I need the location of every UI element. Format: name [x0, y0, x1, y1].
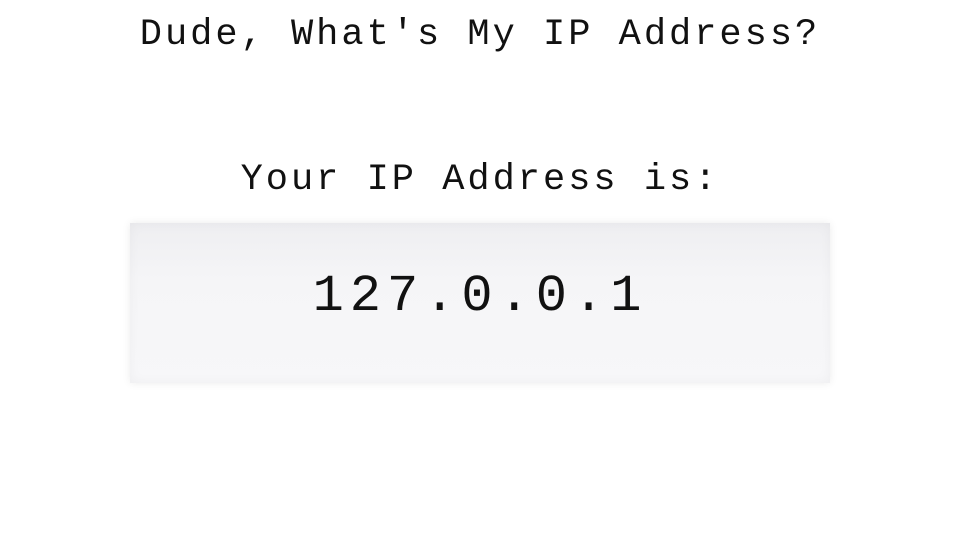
ip-address-value[interactable]: 127.0.0.1	[130, 267, 830, 327]
ip-address-label: Your IP Address is:	[240, 159, 720, 201]
ip-address-card: 127.0.0.1	[130, 223, 830, 383]
page-title: Dude, What's My IP Address?	[139, 14, 821, 56]
